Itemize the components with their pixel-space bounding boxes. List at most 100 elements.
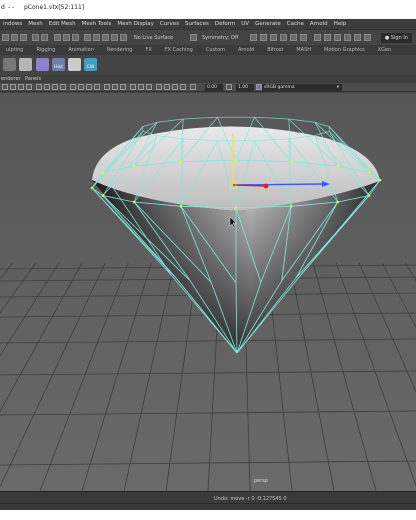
select-hierarchy-icon[interactable] [54, 34, 61, 41]
toggle-tool-settings-icon[interactable] [334, 34, 341, 41]
shelf-tab-animation[interactable]: Animation [68, 47, 94, 53]
open-scene-icon[interactable] [11, 34, 18, 41]
grid-icon[interactable] [36, 84, 42, 90]
shelf-settings-icon[interactable] [3, 58, 16, 71]
shelf-tab-rendering[interactable]: Rendering [107, 47, 133, 53]
shelf-tab-sculpting[interactable]: ulpting [6, 47, 23, 53]
new-scene-icon[interactable] [2, 34, 9, 41]
menu-mesh-display[interactable]: Mesh Display [117, 21, 154, 27]
undo-icon[interactable] [32, 34, 39, 41]
view-transform-dropdown[interactable]: sRGB gamma ▾ [262, 84, 342, 91]
shelf-tab-custom[interactable]: Custom [206, 47, 225, 53]
exposure-field[interactable]: 0.00 [205, 84, 223, 91]
snap-point-icon[interactable] [102, 34, 109, 41]
redo-icon[interactable] [41, 34, 48, 41]
gamma-field[interactable]: 1.00 [236, 84, 254, 91]
menu-renderer[interactable]: enderer [1, 76, 21, 82]
sphere-icon[interactable] [19, 58, 32, 71]
film-gate-icon[interactable] [44, 84, 50, 90]
ambient-occlusion-icon[interactable] [120, 84, 126, 90]
menu-curves[interactable]: Curves [160, 21, 179, 27]
shelf-tab-motion-graphics[interactable]: Motion Graphics [324, 47, 365, 53]
select-camera-icon[interactable] [2, 84, 8, 90]
menu-surfaces[interactable]: Surfaces [185, 21, 209, 27]
selected-vertex[interactable] [179, 204, 183, 208]
image-plane-icon[interactable] [26, 84, 32, 90]
wireframe-icon[interactable] [70, 84, 76, 90]
selected-vertex[interactable] [90, 186, 94, 190]
sign-in-button[interactable]: ● Sign In [380, 33, 412, 43]
camera-attributes-icon[interactable] [10, 84, 16, 90]
select-tool-icon[interactable] [68, 58, 81, 71]
light-editor-icon[interactable] [300, 34, 307, 41]
selected-vertex[interactable] [101, 171, 105, 174]
toggle-layers-icon[interactable] [364, 34, 371, 41]
menu-panels[interactable]: Panels [25, 76, 41, 82]
menu-uv[interactable]: UV [241, 21, 249, 27]
menu-mesh[interactable]: Mesh [28, 21, 42, 27]
shelf-tab-mash[interactable]: MASH [296, 47, 311, 53]
selected-vertex[interactable] [289, 160, 293, 164]
make-live-icon[interactable] [120, 34, 127, 41]
save-scene-icon[interactable] [20, 34, 27, 41]
toggle-modeling-toolkit-icon[interactable] [314, 34, 321, 41]
menu-windows[interactable]: indows [3, 21, 22, 27]
select-component-icon[interactable] [72, 34, 79, 41]
backface-culling-icon[interactable] [180, 84, 186, 90]
wireframe-on-shaded-icon[interactable] [86, 84, 92, 90]
select-object-icon[interactable] [63, 34, 70, 41]
render-setup-icon[interactable] [290, 34, 297, 41]
selected-vertex[interactable] [289, 204, 293, 208]
shelf-tab-rigging[interactable]: Rigging [36, 47, 55, 53]
selected-vertex[interactable] [336, 200, 340, 204]
selected-vertex[interactable] [336, 164, 340, 168]
toggle-outliner-icon[interactable] [354, 34, 361, 41]
lattice-icon[interactable] [36, 58, 49, 71]
menu-mesh-tools[interactable]: Mesh Tools [82, 21, 112, 27]
selected-vertex[interactable] [367, 171, 371, 174]
selected-vertex[interactable] [179, 160, 183, 164]
gate-mask-icon[interactable] [60, 84, 66, 90]
resolution-gate-icon[interactable] [52, 84, 58, 90]
xray-joints-icon[interactable] [172, 84, 178, 90]
hypershade-icon[interactable] [280, 34, 287, 41]
menu-help[interactable]: Help [334, 21, 347, 27]
menu-arnold[interactable]: Arnold [310, 21, 328, 27]
menu-cache[interactable]: Cache [287, 21, 304, 27]
history-button[interactable]: Hist [52, 58, 65, 71]
snap-curve-icon[interactable] [93, 34, 100, 41]
symmetry-dropdown[interactable]: Symmetry: Off [202, 35, 238, 41]
command-line-bar[interactable] [0, 503, 416, 504]
selected-vertex[interactable] [367, 194, 371, 197]
selected-vertex[interactable] [234, 158, 238, 162]
ipr-render-icon[interactable] [260, 34, 267, 41]
snap-grid-icon[interactable] [84, 34, 91, 41]
render-icon[interactable] [250, 34, 257, 41]
shadows-icon[interactable] [112, 84, 118, 90]
isolate-select-icon[interactable] [156, 84, 162, 90]
selected-vertex[interactable] [101, 194, 105, 197]
shelf-tab-arnold[interactable]: Arnold [238, 47, 254, 53]
menu-generate[interactable]: Generate [255, 21, 281, 27]
shelf-tab-bifrost[interactable]: Bifrost [267, 47, 283, 53]
anti-aliasing-icon[interactable] [138, 84, 144, 90]
snap-view-plane-icon[interactable] [111, 34, 118, 41]
perspective-viewport[interactable]: persp [0, 93, 416, 491]
render-settings-icon[interactable] [270, 34, 277, 41]
selected-vertex[interactable] [132, 200, 136, 204]
shelf-tab-fx-caching[interactable]: FX Caching [165, 47, 193, 53]
bookmark-icon[interactable] [18, 84, 24, 90]
menu-deform[interactable]: Deform [215, 21, 235, 27]
menu-edit-mesh[interactable]: Edit Mesh [49, 21, 76, 27]
selected-vertex[interactable] [378, 178, 382, 182]
cw-button[interactable]: CW [84, 58, 97, 71]
smooth-shade-icon[interactable] [78, 84, 84, 90]
selected-vertex[interactable] [234, 206, 238, 210]
shelf-tab-xgen[interactable]: XGen [378, 47, 392, 53]
live-surface-field[interactable]: No Live Surface [134, 35, 173, 41]
textured-icon[interactable] [94, 84, 100, 90]
toggle-channel-box-icon[interactable] [344, 34, 351, 41]
toggle-attribute-editor-icon[interactable] [324, 34, 331, 41]
selected-vertex[interactable] [132, 164, 136, 168]
shelf-tab-fx[interactable]: FX [145, 47, 151, 53]
